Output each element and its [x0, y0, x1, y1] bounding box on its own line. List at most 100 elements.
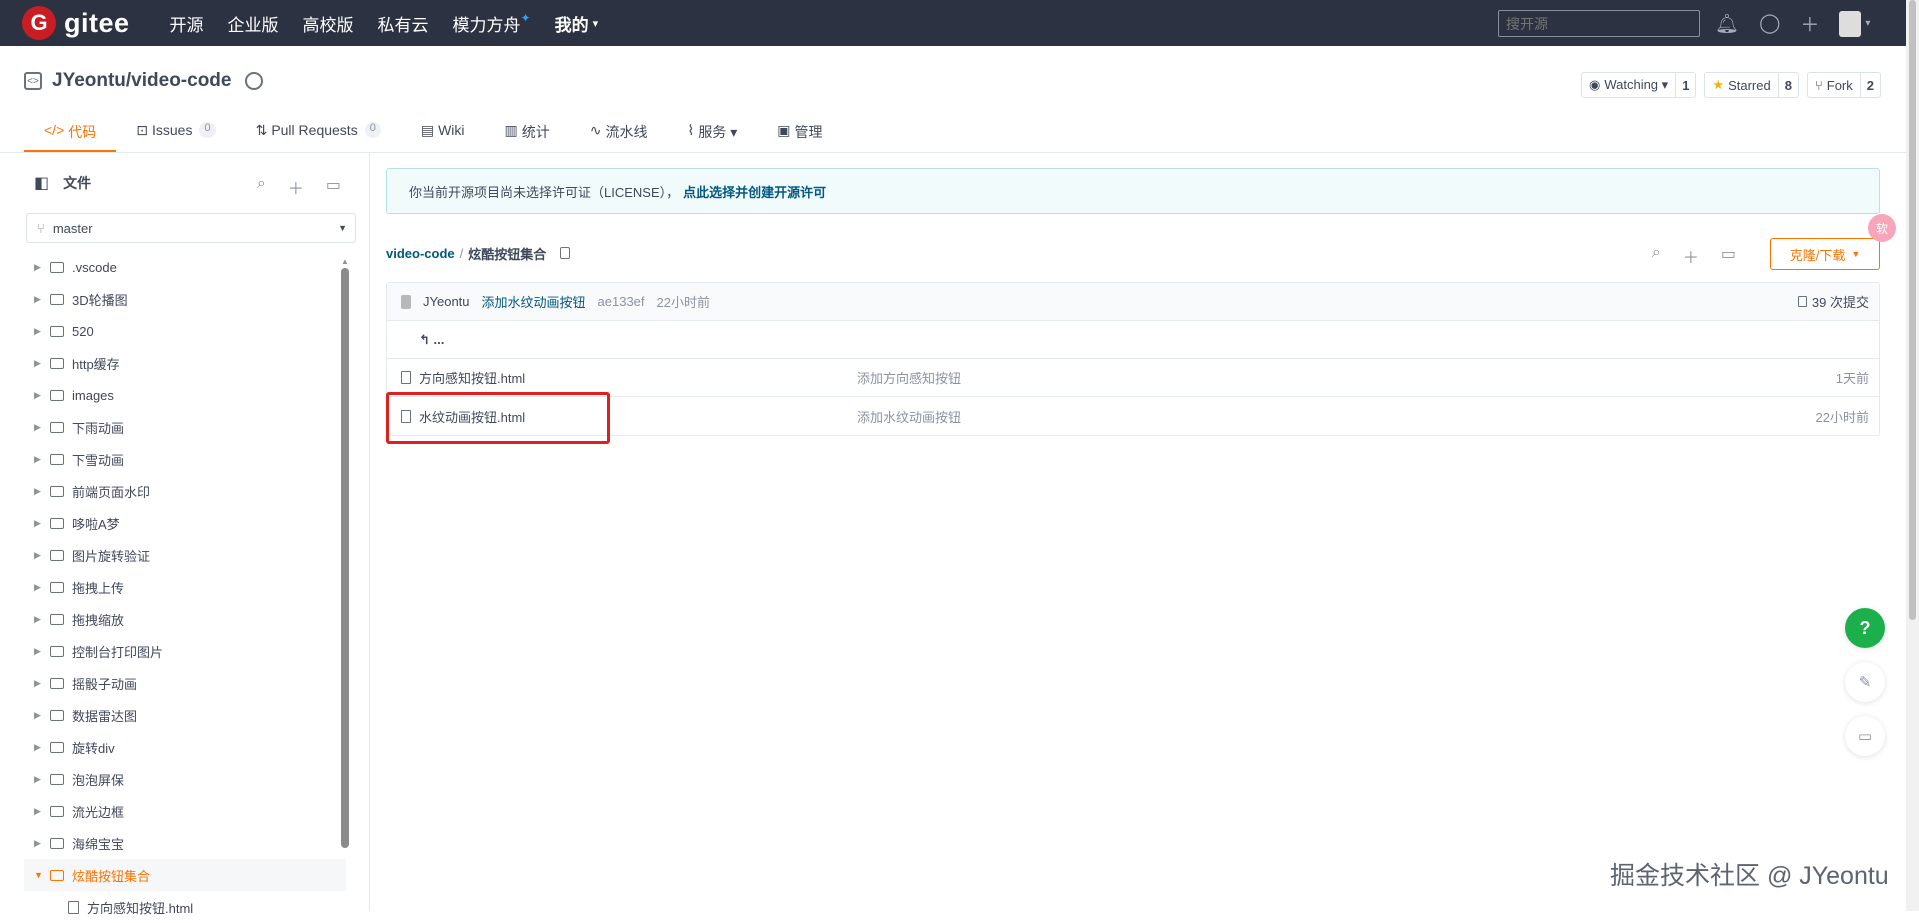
sidebar-scrollbar[interactable]: ▲ — [341, 257, 349, 848]
search-icon[interactable]: ⌕ — [1652, 244, 1661, 268]
scrollbar-thumb[interactable] — [1909, 0, 1916, 620]
bulb-icon[interactable]: ◯ — [1759, 12, 1780, 35]
nav-item-private-cloud[interactable]: 私有云 — [378, 11, 429, 36]
chevron-right-icon[interactable]: ▶ — [34, 614, 48, 625]
file-name[interactable]: 水纹动画按钮.html — [419, 407, 525, 426]
nav-item-mine[interactable]: 我的 ▾ — [555, 11, 599, 36]
chevron-right-icon[interactable]: ▶ — [34, 294, 48, 305]
monitor-icon[interactable]: ▭ — [1721, 244, 1736, 268]
avatar[interactable] — [401, 294, 411, 309]
page-scrollbar[interactable] — [1906, 0, 1919, 911]
commit-hash[interactable]: ae133ef — [598, 294, 645, 309]
tree-folder[interactable]: ▶ 520 — [24, 315, 346, 347]
tab-manage[interactable]: ▣ 管理 — [757, 118, 842, 152]
chevron-right-icon[interactable]: ▶ — [34, 710, 48, 721]
chevron-right-icon[interactable]: ▶ — [34, 678, 48, 689]
edit-icon[interactable]: ✎ — [1845, 662, 1885, 702]
watch-count[interactable]: 1 — [1675, 73, 1695, 97]
tree-folder[interactable]: ▶ http缓存 — [24, 347, 346, 379]
tree-folder[interactable]: ▶ 海绵宝宝 — [24, 827, 346, 859]
repo-title[interactable]: JYeontu/video-code — [52, 70, 231, 92]
avatar-menu[interactable]: ▾ — [1839, 10, 1870, 37]
tree-folder[interactable]: ▶ images — [24, 379, 346, 411]
chevron-right-icon[interactable]: ▶ — [34, 550, 48, 561]
nav-item-moli[interactable]: 模力方舟 ✦ — [453, 11, 531, 36]
tree-folder-active[interactable]: ▼ 炫酷按钮集合 — [24, 859, 346, 891]
tab-code[interactable]: </> 代码 — [24, 118, 117, 152]
fork-button[interactable]: ⑂ Fork 2 — [1806, 72, 1881, 98]
file-commit-message[interactable]: 添加水纹动画按钮 — [857, 407, 961, 426]
chevron-right-icon[interactable]: ▶ — [34, 454, 48, 465]
tree-folder[interactable]: ▶ 泡泡屏保 — [24, 763, 346, 795]
monitor-icon[interactable]: ▭ — [326, 175, 341, 199]
file-name[interactable]: 方向感知按钮.html — [419, 368, 525, 387]
watch-button[interactable]: ◉ Watching ▾ 1 — [1580, 72, 1697, 98]
plus-icon[interactable]: ＋ — [1800, 10, 1819, 37]
tree-folder[interactable]: ▶ 摇骰子动画 — [24, 667, 346, 699]
tab-services[interactable]: ⌇ 服务 ▾ — [667, 118, 757, 152]
tree-folder[interactable]: ▶ 图片旋转验证 — [24, 539, 346, 571]
tab-wiki[interactable]: ▤ Wiki — [401, 118, 485, 152]
sidebar-toggle-icon[interactable]: ◧ — [34, 173, 49, 193]
chevron-right-icon[interactable]: ▶ — [34, 422, 48, 433]
chevron-right-icon[interactable]: ▶ — [34, 390, 48, 401]
tree-folder[interactable]: ▶ 哆啦A梦 — [24, 507, 346, 539]
nav-item-open-source[interactable]: 开源 — [170, 11, 204, 36]
chevron-right-icon[interactable]: ▶ — [34, 486, 48, 497]
chat-icon[interactable]: ▭ — [1845, 716, 1885, 756]
floating-badge[interactable]: 软 — [1868, 214, 1896, 242]
chevron-down-icon[interactable]: ▼ — [34, 870, 48, 880]
chevron-right-icon[interactable]: ▶ — [34, 838, 48, 849]
search-icon[interactable]: ⌕ — [257, 175, 266, 199]
tree-folder[interactable]: ▶ 前端页面水印 — [24, 475, 346, 507]
chevron-right-icon[interactable]: ▶ — [34, 774, 48, 785]
chevron-right-icon[interactable]: ▶ — [34, 582, 48, 593]
sidebar-scrollbar-thumb[interactable] — [341, 268, 349, 848]
nav-item-enterprise[interactable]: 企业版 — [228, 11, 279, 36]
scroll-up-icon[interactable]: ▲ — [341, 257, 349, 266]
gitee-logo[interactable]: G gitee — [22, 6, 130, 40]
plus-icon[interactable]: ＋ — [1683, 244, 1699, 268]
tree-folder[interactable]: ▶ 拖拽上传 — [24, 571, 346, 603]
file-commit-message[interactable]: 添加方向感知按钮 — [857, 368, 961, 387]
chevron-right-icon[interactable]: ▶ — [34, 806, 48, 817]
tree-folder[interactable]: ▶ 旋转div — [24, 731, 346, 763]
tree-folder[interactable]: ▶ 数据雷达图 — [24, 699, 346, 731]
tree-folder[interactable]: ▶ 3D轮播图 — [24, 283, 346, 315]
tab-pipeline[interactable]: ∿ 流水线 — [570, 118, 668, 152]
help-button[interactable]: ? — [1845, 608, 1885, 648]
tab-pull-requests[interactable]: ⇅ Pull Requests 0 — [236, 118, 401, 152]
branch-select[interactable]: ⑂ master ▼ — [26, 213, 356, 243]
star-button[interactable]: ★ Starred 8 — [1704, 72, 1799, 98]
tree-folder[interactable]: ▶ .vscode — [24, 251, 346, 283]
star-count[interactable]: 8 — [1777, 73, 1798, 97]
license-link[interactable]: 点此选择并创建开源许可 — [683, 182, 826, 201]
parent-dir-row[interactable]: ↰ ... — [387, 321, 1879, 359]
clone-download-button[interactable]: 克隆/下载 ▼ — [1770, 238, 1880, 270]
tree-folder[interactable]: ▶ 下雨动画 — [24, 411, 346, 443]
plus-icon[interactable]: ＋ — [288, 175, 304, 199]
tree-folder[interactable]: ▶ 下雪动画 — [24, 443, 346, 475]
chevron-right-icon[interactable]: ▶ — [34, 518, 48, 529]
tree-folder[interactable]: ▶ 控制台打印图片 — [24, 635, 346, 667]
breadcrumb-root[interactable]: video-code — [386, 246, 455, 261]
back-link[interactable]: ↰ ... — [401, 332, 444, 348]
file-row[interactable]: 水纹动画按钮.html 添加水纹动画按钮 22小时前 — [387, 397, 1879, 435]
search-input[interactable] — [1498, 10, 1700, 37]
commit-author[interactable]: JYeontu — [423, 294, 470, 309]
chevron-right-icon[interactable]: ▶ — [34, 326, 48, 337]
chevron-right-icon[interactable]: ▶ — [34, 358, 48, 369]
fork-count[interactable]: 2 — [1859, 73, 1880, 97]
tree-folder[interactable]: ▶ 拖拽缩放 — [24, 603, 346, 635]
tree-file[interactable]: 方向感知按钮.html — [24, 891, 346, 923]
bell-icon[interactable]: 🔔︎ — [1715, 12, 1739, 36]
chevron-right-icon[interactable]: ▶ — [34, 646, 48, 657]
nav-item-education[interactable]: 高校版 — [303, 11, 354, 36]
commit-message[interactable]: 添加水纹动画按钮 — [482, 292, 586, 311]
chevron-right-icon[interactable]: ▶ — [34, 742, 48, 753]
tab-stats[interactable]: ▥ 统计 — [485, 118, 570, 152]
tab-issues[interactable]: ⊡ Issues 0 — [116, 118, 235, 152]
badge-icon[interactable] — [245, 72, 264, 90]
file-row[interactable]: 方向感知按钮.html 添加方向感知按钮 1天前 — [387, 359, 1879, 397]
tree-folder[interactable]: ▶ 流光边框 — [24, 795, 346, 827]
